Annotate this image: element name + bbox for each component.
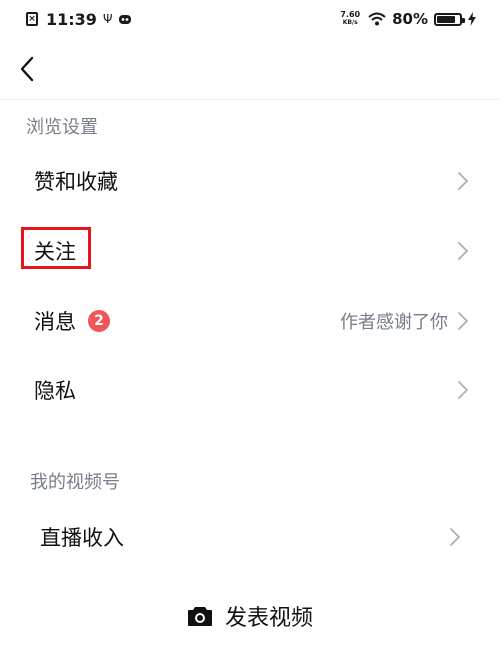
- row-value-messages: 作者感谢了你: [340, 312, 448, 333]
- row-live-income[interactable]: 直播收入: [0, 502, 500, 572]
- camera-icon: [187, 607, 212, 626]
- row-label-privacy: 隐私: [34, 379, 76, 403]
- charging-icon: [468, 12, 476, 26]
- chevron-right-icon: [458, 172, 469, 190]
- app-notification-icon: [119, 15, 132, 24]
- battery-icon: [434, 12, 465, 26]
- usb-icon: Ψ: [102, 12, 113, 26]
- section-title-browse-settings: 浏览设置: [26, 117, 98, 138]
- net-speed: 7.60 KB/s: [340, 10, 361, 27]
- row-privacy[interactable]: 隐私: [0, 355, 500, 425]
- section-title-my-channel: 我的视频号: [30, 472, 120, 493]
- post-video-label: 发表视频: [224, 606, 313, 631]
- chevron-right-icon: [458, 242, 469, 260]
- chevron-right-icon: [458, 312, 469, 330]
- chevron-right-icon: [450, 528, 461, 546]
- wifi-icon: [368, 12, 386, 26]
- row-label-live-income: 直播收入: [40, 526, 124, 550]
- chevron-left-icon[interactable]: [14, 54, 44, 84]
- row-messages[interactable]: 消息 2 作者感谢了你: [0, 286, 500, 356]
- nav-bar: [0, 44, 500, 100]
- post-video-button[interactable]: 发表视频: [0, 592, 500, 640]
- row-label-messages: 消息: [34, 310, 76, 334]
- row-likes[interactable]: 赞和收藏: [0, 146, 500, 216]
- row-label-likes: 赞和收藏: [34, 170, 118, 194]
- unread-badge: 2: [88, 310, 110, 332]
- status-time: 11:39: [46, 9, 97, 29]
- highlight-box: [21, 227, 91, 269]
- status-bar: × 11:39 Ψ 7.60 KB/s 80%: [0, 0, 500, 38]
- notification-icon: ×: [26, 12, 38, 26]
- chevron-right-icon: [458, 381, 469, 399]
- battery-percent: 80%: [392, 10, 428, 28]
